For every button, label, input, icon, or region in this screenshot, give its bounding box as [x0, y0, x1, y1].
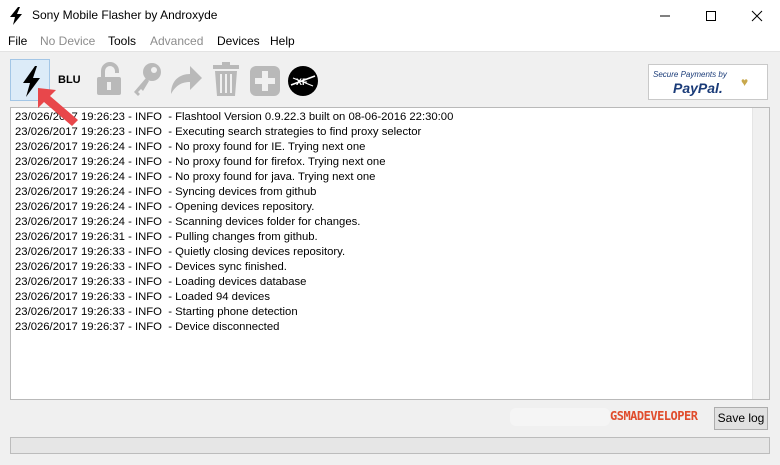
log-line: 23/026/2017 19:26:37 - INFO - Device dis… — [15, 321, 280, 333]
log-line: 23/026/2017 19:26:23 - INFO - Executing … — [15, 126, 422, 138]
menu-no-device[interactable]: No Device — [40, 34, 95, 48]
log-lines: 23/026/2017 19:26:23 - INFO - Flashtool … — [15, 110, 752, 335]
minimize-icon — [660, 15, 670, 17]
minimize-button[interactable] — [642, 0, 688, 31]
log-line: 23/026/2017 19:26:31 - INFO - Pulling ch… — [15, 231, 318, 243]
log-line: 23/026/2017 19:26:24 - INFO - Syncing de… — [15, 186, 317, 198]
annotation-arrow-icon — [38, 88, 78, 126]
redo-arrow-icon[interactable] — [168, 62, 204, 96]
flash-icon — [10, 7, 22, 25]
menu-devices[interactable]: Devices — [217, 34, 260, 48]
log-line: 23/026/2017 19:26:24 - INFO - Opening de… — [15, 201, 315, 213]
unlock-icon[interactable] — [94, 61, 124, 97]
log-line: 23/026/2017 19:26:33 - INFO - Quietly cl… — [15, 246, 346, 258]
close-button[interactable] — [734, 0, 780, 31]
maximize-icon — [706, 11, 716, 21]
log-line: 23/026/2017 19:26:24 - INFO - No proxy f… — [15, 141, 366, 153]
log-line: 23/026/2017 19:26:33 - INFO - Starting p… — [15, 306, 298, 318]
menu-tools[interactable]: Tools — [108, 34, 136, 48]
title-bar: Sony Mobile Flasher by Androxyde — [0, 0, 780, 31]
log-panel[interactable]: 23/026/2017 19:26:23 - INFO - Flashtool … — [10, 107, 770, 400]
log-line: 23/026/2017 19:26:24 - INFO - No proxy f… — [15, 171, 376, 183]
blurred-region — [510, 408, 610, 426]
heart-icon: ♥ — [741, 75, 749, 89]
trash-icon[interactable] — [210, 61, 242, 97]
menu-bar: File No Device Tools Advanced Devices He… — [0, 31, 780, 51]
log-scrollbar[interactable] — [752, 108, 769, 399]
paypal-logo: PayPal. — [673, 80, 723, 96]
window-title: Sony Mobile Flasher by Androxyde — [32, 8, 218, 22]
add-icon[interactable] — [249, 65, 281, 97]
log-line: 23/026/2017 19:26:33 - INFO - Devices sy… — [15, 261, 287, 273]
xperia-icon[interactable]: XF — [287, 65, 319, 97]
maximize-button[interactable] — [688, 0, 734, 31]
paypal-tagline: Secure Payments by — [653, 70, 727, 79]
paypal-donate-button[interactable]: Secure Payments by PayPal. ♥ — [648, 64, 768, 100]
save-log-button[interactable]: Save log — [714, 407, 768, 430]
log-line: 23/026/2017 19:26:23 - INFO - Flashtool … — [15, 111, 454, 123]
watermark-text: GSMADEVELOPER — [610, 409, 698, 423]
key-icon[interactable] — [130, 61, 164, 97]
toolbar: BLU XF Secure Payments by PayPal. ♥ — [0, 51, 780, 107]
log-line: 23/026/2017 19:26:24 - INFO - Scanning d… — [15, 216, 361, 228]
svg-text:XF: XF — [296, 77, 308, 87]
log-line: 23/026/2017 19:26:24 - INFO - No proxy f… — [15, 156, 386, 168]
log-line: 23/026/2017 19:26:33 - INFO - Loading de… — [15, 276, 307, 288]
progress-bar — [10, 437, 770, 454]
log-line: 23/026/2017 19:26:33 - INFO - Loaded 94 … — [15, 291, 270, 303]
close-icon — [751, 10, 763, 22]
menu-file[interactable]: File — [8, 34, 27, 48]
menu-advanced[interactable]: Advanced — [150, 34, 203, 48]
menu-help[interactable]: Help — [270, 34, 295, 48]
